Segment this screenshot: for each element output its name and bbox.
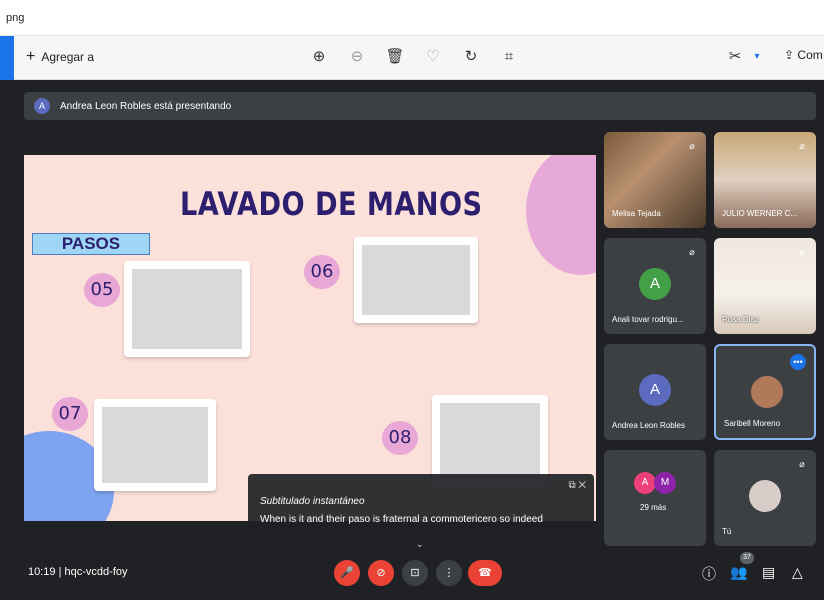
more-options-button[interactable]: ⋮	[436, 560, 462, 586]
zoom-out-icon[interactable]: ⊖	[346, 46, 368, 68]
participant-name: Saribell Moreno	[724, 419, 781, 428]
pasos-label: PASOS	[32, 233, 150, 255]
step-number: 05	[84, 273, 120, 307]
participant-tile[interactable]: A Andrea Leon Robles	[604, 344, 706, 440]
add-to-button[interactable]: + Agregar a	[26, 48, 94, 66]
participant-avatar: A	[639, 374, 671, 406]
participant-name: Melisa Tejada	[612, 209, 661, 218]
share-label: Com	[797, 48, 823, 62]
favorite-icon[interactable]: ♡	[422, 46, 444, 68]
add-to-label: Agregar a	[41, 50, 95, 64]
participant-name: Rosa Diaz	[722, 315, 759, 324]
delete-icon[interactable]: 🗑	[384, 46, 406, 68]
chat-icon[interactable]: ▤	[762, 564, 775, 581]
participant-tile[interactable]: ⌀ JULIO WERNER C...	[714, 132, 816, 228]
step-image-07	[94, 399, 216, 491]
close-icon[interactable]: ✕	[578, 480, 586, 491]
camera-toggle-button[interactable]: ⊘	[368, 560, 394, 586]
activities-icon[interactable]: △	[792, 564, 803, 581]
participant-tile[interactable]: ⌀ A Anali tovar rodrigu...	[604, 238, 706, 334]
mic-off-icon: ⌀	[689, 247, 695, 257]
mic-off-icon: ⌀	[799, 459, 805, 469]
share-button[interactable]: ⇪ Com	[784, 48, 823, 62]
meet-window: A Andrea Leon Robles está presentando LA…	[14, 80, 824, 600]
photos-toolbar: + Agregar a ⊕ ⊖ 🗑 ♡ ↻ ⌗ ✂ ▾ ⇪ Com	[0, 36, 824, 80]
more-options-icon[interactable]: •••	[790, 354, 806, 370]
caption-header: Subtitulado instantáneo	[260, 496, 365, 507]
more-participants-tile[interactable]: A M 29 más	[604, 450, 706, 546]
rotate-icon[interactable]: ↻	[460, 46, 482, 68]
more-count: 29 más	[640, 503, 667, 512]
participant-avatar: A	[639, 268, 671, 300]
participant-name: Andrea Leon Robles	[612, 421, 685, 430]
clock-time: 10:19	[28, 566, 56, 578]
participant-avatar: M	[654, 472, 676, 494]
mic-off-icon: ⌀	[799, 141, 805, 151]
present-icon: ⊡	[410, 567, 420, 579]
present-button[interactable]: ⊡	[402, 560, 428, 586]
presenting-banner: A Andrea Leon Robles está presentando	[24, 92, 816, 120]
step-number: 08	[382, 421, 418, 455]
phone-hangup-icon: ☎	[478, 567, 492, 579]
presentation-slide: LAVADO DE MANOS PASOS 05 06 07 08	[24, 155, 596, 521]
mic-off-icon: 🎤	[340, 567, 354, 579]
participant-name: JULIO WERNER C...	[722, 209, 798, 218]
mic-off-icon: ⌀	[799, 247, 805, 257]
meeting-info: 10:19 | hqc-vcdd-foy	[28, 566, 128, 578]
step-image-06	[354, 237, 478, 323]
camera-off-icon: ⊘	[376, 567, 386, 579]
zoom-in-icon[interactable]: ⊕	[308, 46, 330, 68]
step-image-05	[124, 261, 250, 357]
caption-controls: ⧉ ✕	[568, 480, 586, 491]
step-number: 07	[52, 397, 88, 431]
window-title-bar: png	[0, 0, 824, 36]
decorative-blob	[526, 155, 596, 275]
participant-tile-active[interactable]: ••• Saribell Moreno	[714, 344, 816, 440]
crop-icon[interactable]: ⌗	[498, 46, 520, 68]
slide-title: LAVADO DE MANOS	[180, 185, 483, 223]
leave-call-button[interactable]: ☎	[468, 560, 502, 586]
self-tile[interactable]: ⌀ Tú	[714, 450, 816, 546]
step-number: 06	[304, 255, 340, 289]
sidebar-accent	[0, 36, 14, 80]
share-icon: ⇪	[784, 48, 795, 62]
edit-icon[interactable]: ✂	[724, 46, 746, 68]
live-captions: ⧉ ✕ Subtitulado instantáneo When is it a…	[248, 474, 594, 552]
self-avatar	[749, 480, 781, 512]
people-icon[interactable]: 👥	[730, 564, 747, 581]
participant-tile[interactable]: ⌀ Rosa Diaz	[714, 238, 816, 334]
presenting-text: Andrea Leon Robles está presentando	[60, 100, 232, 112]
meet-control-bar: 10:19 | hqc-vcdd-foy 🎤 ⊘ ⊡ ⋮ ☎ ⓘ 37 👥 ▤ …	[14, 550, 824, 600]
chevron-down-icon[interactable]: ▾	[746, 46, 768, 68]
more-vert-icon: ⋮	[443, 567, 455, 579]
popout-icon[interactable]: ⧉	[568, 480, 575, 491]
plus-icon: +	[26, 48, 36, 65]
mic-toggle-button[interactable]: 🎤	[334, 560, 360, 586]
participant-tile[interactable]: ⌀ Melisa Tejada	[604, 132, 706, 228]
self-name: Tú	[722, 527, 732, 536]
presenter-avatar: A	[34, 98, 50, 114]
info-icon[interactable]: ⓘ	[702, 564, 716, 584]
caption-text: When is it and their paso is fraternal a…	[260, 514, 543, 525]
meeting-code: hqc-vcdd-foy	[64, 566, 128, 578]
participant-avatar	[751, 376, 783, 408]
participant-name: Anali tovar rodrigu...	[612, 315, 684, 324]
mic-off-icon: ⌀	[689, 141, 695, 151]
participants-count-badge: 37	[740, 552, 754, 564]
window-title: png	[6, 12, 25, 24]
separator: |	[58, 566, 62, 578]
chevron-down-icon[interactable]: ⌄	[416, 539, 424, 550]
participant-avatar: A	[634, 472, 656, 494]
